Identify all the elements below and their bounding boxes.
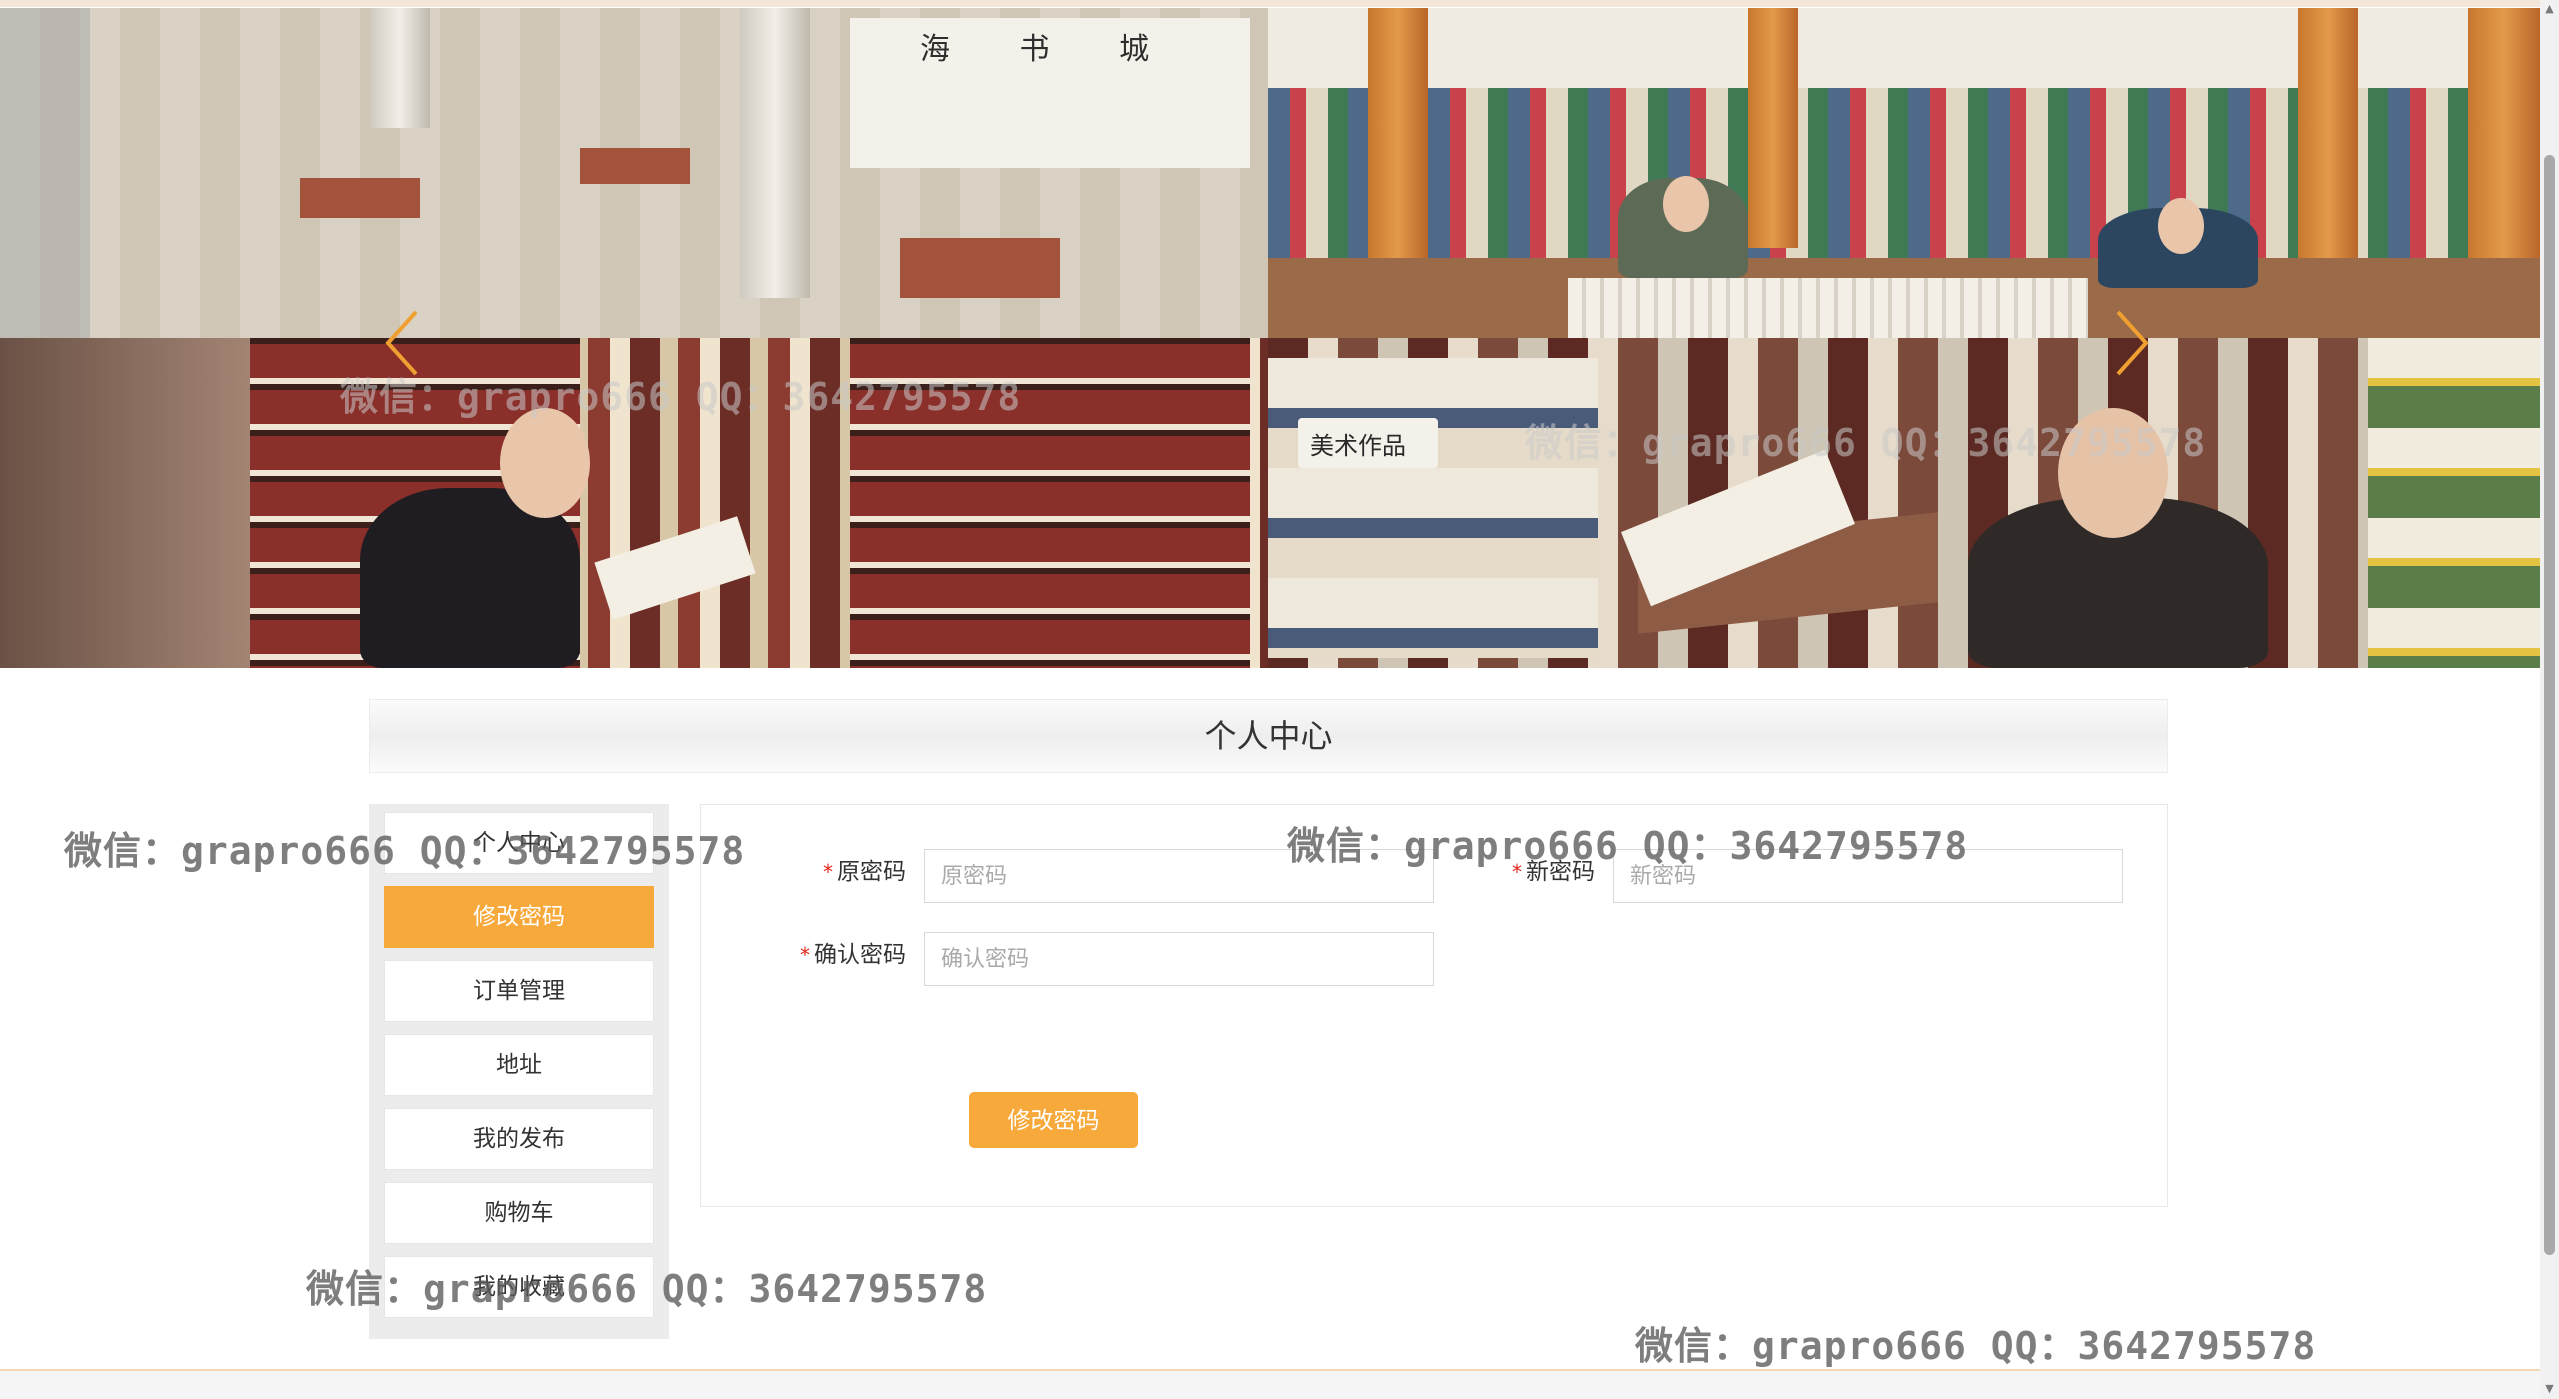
confirm-password-input[interactable] [924,932,1434,986]
old-password-input[interactable] [924,849,1434,903]
reader-face [1663,176,1709,232]
wall [0,338,250,668]
sidebar-item-favorites[interactable]: 我的收藏 [384,1256,654,1318]
new-password-input[interactable] [1613,849,2123,903]
banner-carousel: 海 书 城 美术作品 [0,8,2540,668]
category-sign: 美术作品 [1298,418,1438,468]
woman-face [2058,408,2168,538]
scrollbar[interactable]: ▲ ▼ [2540,0,2559,1399]
sidebar-item-my-posts[interactable]: 我的发布 [384,1108,654,1170]
carousel-next-button[interactable] [2112,308,2152,378]
footer-strip [0,1369,2540,1399]
change-password-submit-button[interactable]: 修改密码 [969,1092,1138,1148]
watermark: 微信：grapro666 QQ：3642795578 [1635,1324,2317,1368]
section-title: 个人中心 [369,699,2168,773]
display-table [580,148,690,184]
scrollbar-thumb[interactable] [2544,155,2555,1255]
page: 海 书 城 美术作品 个人中心 个人中心 修改密码 订单管理 地址 我的发布 购… [0,0,2559,1399]
bookshelf-right [2368,338,2540,668]
banner-photo-man-reading [0,338,1268,668]
banner-photo-store-hall: 海 书 城 [0,8,1268,338]
display-table [900,238,1060,298]
sidebar-item-profile[interactable]: 个人中心 [384,812,654,874]
old-password-label: * 原密码 [790,857,906,887]
wood-pillar [1748,8,1798,248]
magazine-rack [1268,358,1598,658]
book-stack [1568,278,2088,338]
chevron-left-icon [385,310,418,376]
new-password-label-text: 新密码 [1526,859,1595,885]
category-sign-label: 美术作品 [1310,432,1406,460]
required-mark: * [823,860,833,884]
required-mark: * [1512,860,1522,884]
store-sign: 海 书 城 [920,32,1180,67]
required-mark: * [800,943,810,967]
man-face [500,408,590,518]
new-password-label: * 新密码 [1479,857,1595,887]
confirm-password-label-text: 确认密码 [814,942,906,968]
open-book [594,516,756,620]
old-password-label-text: 原密码 [837,859,906,885]
store-wall: 海 书 城 [850,18,1250,168]
sidebar-item-address[interactable]: 地址 [384,1034,654,1096]
scroll-down-arrow-icon[interactable]: ▼ [2543,1382,2556,1395]
top-border [0,0,2540,7]
bookshelf [850,338,1250,668]
pillar [370,8,430,128]
sidebar-item-change-password[interactable]: 修改密码 [384,886,654,948]
scroll-up-arrow-icon[interactable]: ▲ [2543,2,2556,15]
sidebar-item-cart[interactable]: 购物车 [384,1182,654,1244]
carousel-prev-button[interactable] [382,308,422,378]
display-table [300,178,420,218]
pillar [740,8,810,298]
sidebar-item-orders[interactable]: 订单管理 [384,960,654,1022]
sidebar-nav: 个人中心 修改密码 订单管理 地址 我的发布 购物车 我的收藏 [369,804,669,1339]
chevron-right-icon [2116,310,2149,376]
reader-face [2158,198,2204,254]
banner-photo-woman-reading: 美术作品 [1268,338,2540,668]
banner-photo-reading-area [1268,8,2540,338]
confirm-password-label: * 确认密码 [760,940,906,970]
